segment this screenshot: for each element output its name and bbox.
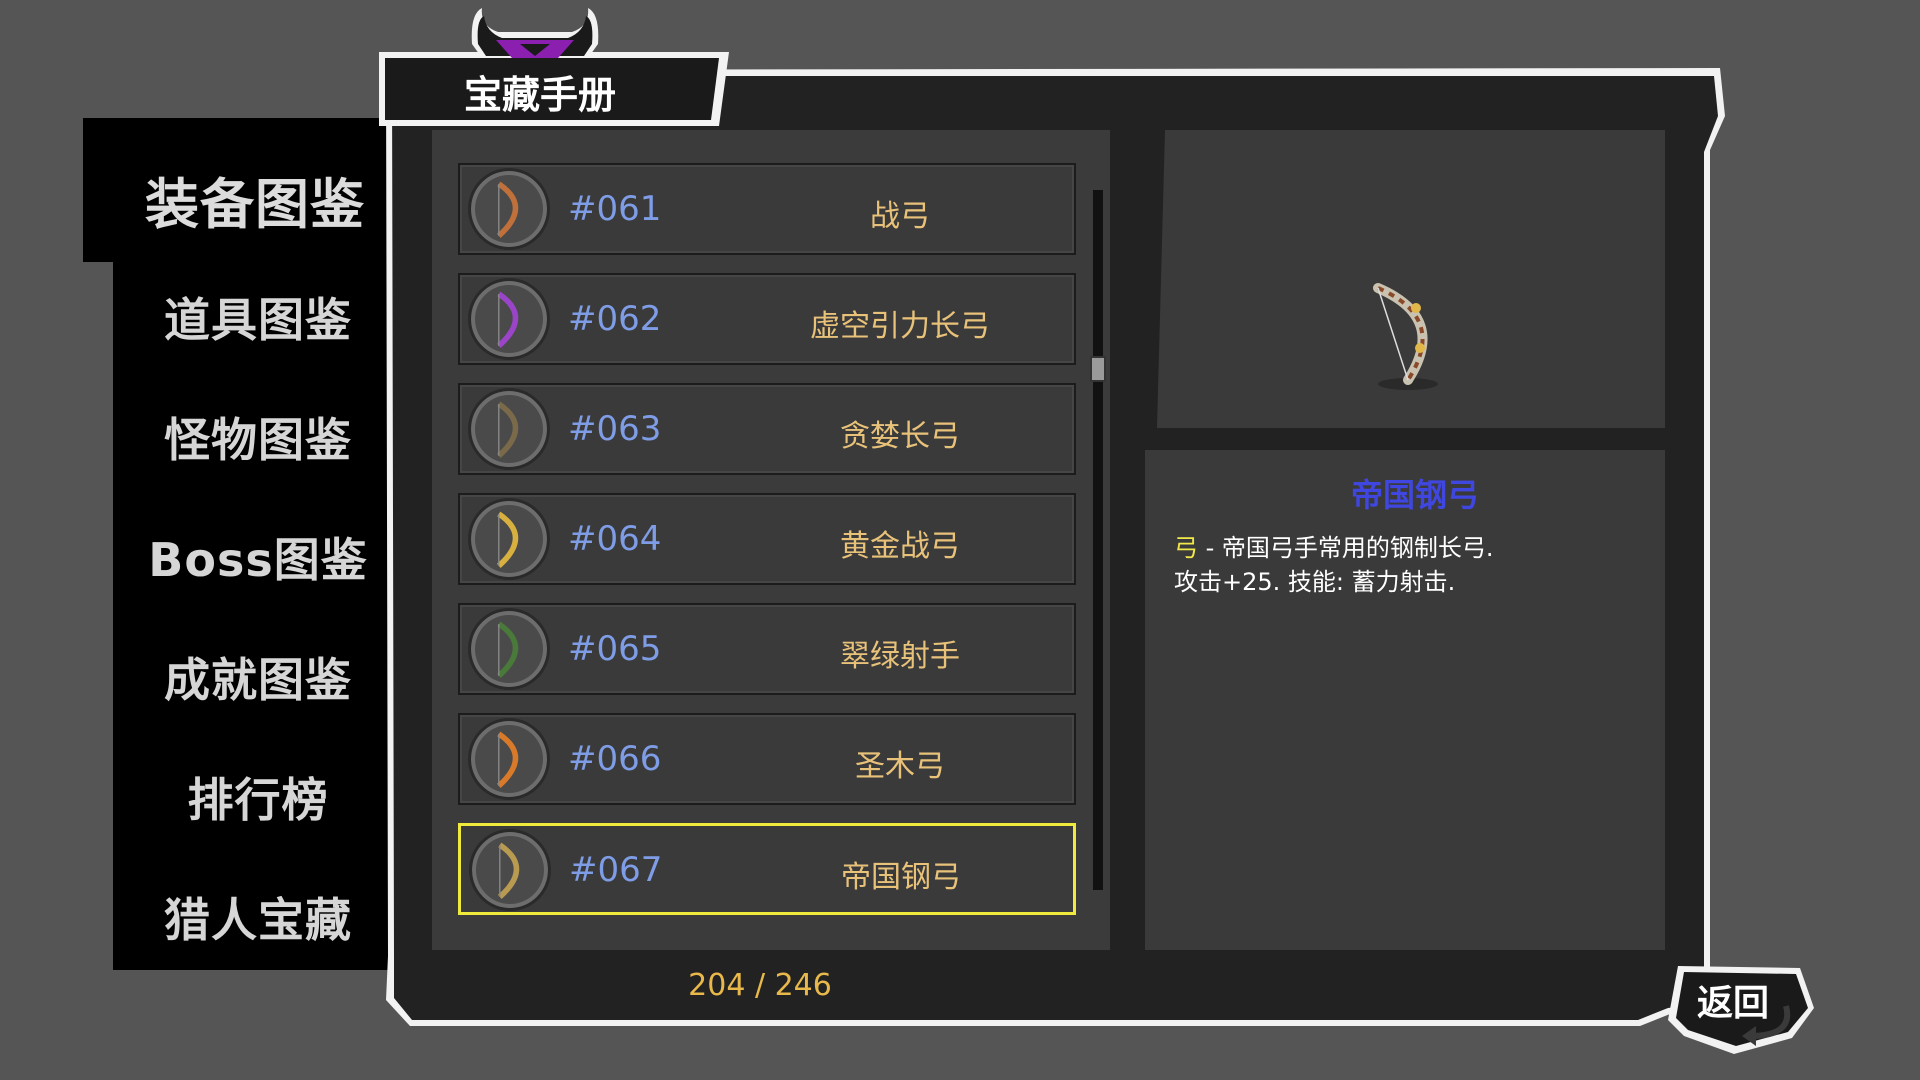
sidebar-item-boss[interactable]: Boss图鉴 [113,524,403,590]
item-name: 翠绿射手 [840,639,960,674]
bow-icon [468,498,550,580]
list-item[interactable]: #064 黄金战弓 [458,493,1076,585]
bow-icon [468,278,550,360]
scrollbar-track[interactable] [1093,190,1103,890]
sidebar-item-achievements[interactable]: 成就图鉴 [113,644,403,710]
item-description-line: 弓 - 帝国弓手常用的钢制长弓. [1174,528,1494,563]
item-name: 贪婪长弓 [840,419,960,454]
sidebar-item-leaderboard[interactable]: 排行榜 [113,764,403,830]
item-stats-text: 攻击+25. 技能: 蓄力射击. [1174,568,1456,596]
item-number: #062 [568,299,662,339]
bow-icon [468,168,550,250]
demon-horns-icon [468,4,602,58]
list-item[interactable]: #065 翠绿射手 [458,603,1076,695]
sidebar-item-hunter-treasure[interactable]: 猎人宝藏 [113,884,403,950]
sidebar-item-monsters[interactable]: 怪物图鉴 [113,404,403,470]
bow-icon [468,718,550,800]
item-type: 弓 [1174,534,1198,562]
item-number: #063 [568,409,662,449]
collection-counter: 204 / 246 [688,968,832,1003]
item-detail-title: 帝国钢弓 [1350,476,1479,514]
bow-icon [469,829,551,911]
sidebar-item-equipment[interactable]: 装备图鉴 [110,160,400,239]
page-title: 宝藏手册 [463,73,616,117]
item-name: 战弓 [870,199,930,234]
item-name: 圣木弓 [855,749,945,784]
item-name: 虚空引力长弓 [810,309,990,344]
bow-icon [468,608,550,690]
list-item[interactable]: #061 战弓 [458,163,1076,255]
item-number: #064 [568,519,662,559]
bow-icon [1362,278,1458,398]
list-item[interactable]: #063 贪婪长弓 [458,383,1076,475]
item-description-panel [1145,450,1665,950]
list-item-selected[interactable]: #067 帝国钢弓 [458,823,1076,915]
list-item[interactable]: #062 虚空引力长弓 [458,273,1076,365]
item-number: #065 [568,629,662,669]
item-number: #061 [568,189,662,229]
list-item[interactable]: #066 圣木弓 [458,713,1076,805]
item-name: 黄金战弓 [840,529,960,564]
item-number: #067 [569,850,663,890]
sidebar-item-items[interactable]: 道具图鉴 [113,284,403,350]
item-number: #066 [568,739,662,779]
back-button-label: 返回 [1696,983,1769,1024]
scrollbar-thumb[interactable] [1090,356,1106,382]
item-name: 帝国钢弓 [841,860,961,895]
item-description-text: - 帝国弓手常用的钢制长弓. [1198,534,1494,562]
bow-icon [468,388,550,470]
